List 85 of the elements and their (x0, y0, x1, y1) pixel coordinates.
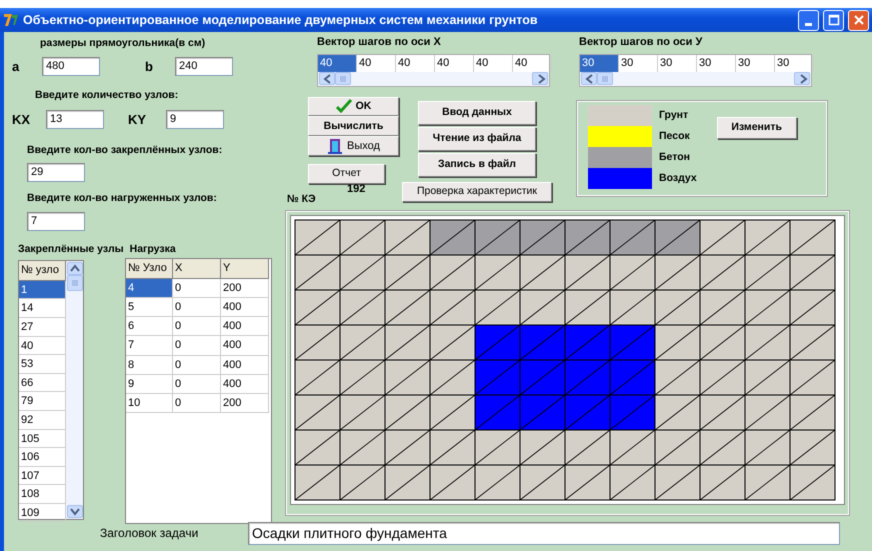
table-cell: 8 (126, 356, 173, 375)
table-cell: 0 (173, 394, 221, 414)
input-field[interactable]: 240 (175, 57, 233, 76)
input-field[interactable]: 29 (27, 163, 85, 182)
close-button[interactable] (848, 10, 869, 30)
table-cell: 200 (221, 278, 269, 298)
change-button[interactable]: Изменить (716, 116, 797, 138)
report-button[interactable]: Отчет (308, 164, 385, 184)
table-cell: 0 (173, 356, 221, 375)
list-heading: Закреплённые узлы (18, 242, 124, 257)
check-icon (336, 99, 352, 114)
data-button[interactable]: Запись в файл (418, 152, 536, 176)
table-cell: 9 (126, 374, 173, 394)
scroll-thumb[interactable] (66, 274, 82, 291)
field-label: KX (11, 111, 32, 129)
table-cell: 5 (126, 298, 173, 318)
input-field[interactable]: 9 (166, 110, 224, 130)
input-field[interactable]: 7 (27, 212, 85, 231)
table-cell: 400 (221, 374, 269, 394)
table-cell: 6 (126, 317, 173, 336)
door-icon (327, 138, 344, 154)
field-label: b (145, 58, 154, 76)
count-value: 192 (347, 184, 366, 194)
table-cell: 200 (221, 394, 269, 414)
table-cell: 4 (126, 278, 173, 298)
section-heading: размеры прямоугольника(в см) (40, 36, 206, 51)
field-label: a (11, 58, 20, 76)
action-button[interactable]: Вычислить (308, 116, 399, 136)
field-label: Введите кол-во закреплённых узлов: (27, 142, 224, 158)
column-header[interactable]: № узло (19, 260, 66, 281)
scroll-up-button[interactable] (66, 262, 82, 275)
action-button[interactable]: OK (308, 96, 399, 116)
table-cell: 400 (221, 298, 269, 318)
grip-icon (70, 278, 78, 287)
table-cell: 400 (221, 356, 269, 375)
scroll-left-button[interactable] (319, 72, 335, 85)
scroll-left-button[interactable] (581, 72, 597, 85)
table-cell: 400 (221, 336, 269, 356)
material-label: Бетон (659, 150, 692, 164)
table-cell: 0 (173, 278, 221, 298)
input-field[interactable]: 480 (42, 57, 100, 76)
scroll-right-button[interactable] (532, 72, 548, 85)
action-button[interactable]: Выход (308, 136, 399, 156)
material-label: Грунт (659, 108, 690, 122)
app-icon (3, 12, 19, 28)
table-cell: 0 (173, 317, 221, 336)
list-heading: Нагрузка (130, 242, 176, 257)
input-field[interactable]: Осадки плитного фундамента (248, 522, 840, 544)
table-cell: 0 (173, 374, 221, 394)
scroll-thumb[interactable] (597, 72, 613, 85)
material-label: Песок (659, 128, 691, 144)
check-button[interactable]: Проверка характеристик (402, 182, 552, 202)
data-button[interactable]: Ввод данных (418, 100, 536, 124)
close-icon (852, 14, 864, 26)
grid-label: Вектор шагов по оси X (317, 35, 442, 50)
scroll-down-button[interactable] (66, 504, 82, 518)
table-cell: 0 (173, 336, 221, 356)
grip-icon (339, 74, 347, 82)
window-title: Объектно-ориентированное моделирование двумерных систем механики грунтов (23, 12, 539, 29)
table-cell: 400 (221, 317, 269, 336)
grid-label: Вектор шагов по оси У (579, 35, 704, 50)
input-field[interactable]: 13 (46, 110, 104, 130)
grid-cell[interactable]: 30 (580, 54, 619, 72)
column-header[interactable]: № Узло (126, 258, 173, 279)
column-header[interactable]: X (173, 258, 221, 279)
field-label: Введите кол-во нагруженных узлов: (27, 191, 218, 206)
material-label: Воздух (659, 170, 697, 186)
maximize-button[interactable] (823, 10, 844, 30)
grid-cell[interactable]: 40 (318, 54, 357, 72)
scroll-thumb[interactable] (335, 72, 351, 85)
field-label: KY (128, 111, 148, 129)
list-item[interactable]: 1 (19, 280, 66, 300)
table-cell: 10 (126, 394, 173, 414)
minimize-button[interactable] (798, 10, 819, 30)
minimize-icon (805, 22, 812, 26)
table-cell: 7 (126, 336, 173, 356)
scroll-right-button[interactable] (794, 72, 810, 85)
maximize-icon (828, 14, 840, 26)
grip-icon (601, 74, 609, 82)
table-cell: 0 (173, 298, 221, 318)
data-button[interactable]: Чтение из файла (418, 126, 536, 150)
column-header[interactable]: Y (221, 258, 269, 279)
field-label: Заголовок задачи (100, 525, 200, 542)
section-heading: Введите количество узлов: (35, 88, 180, 104)
count-label: № КЭ (287, 194, 317, 204)
